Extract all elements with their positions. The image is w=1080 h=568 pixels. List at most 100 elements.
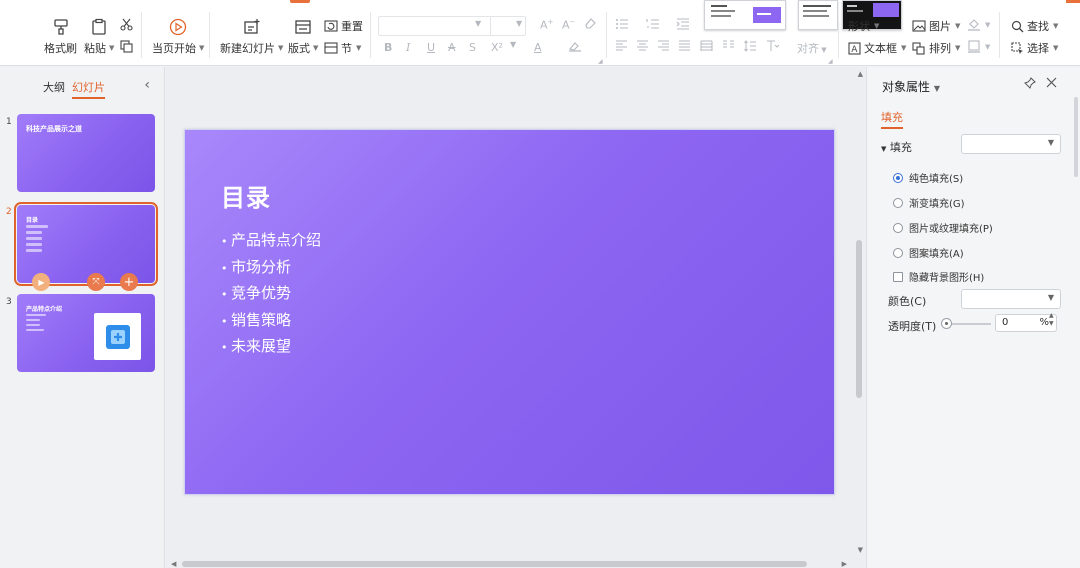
underline-icon[interactable]: U — [427, 41, 435, 54]
color-label: 颜色(C) — [888, 295, 927, 308]
new-slide-icon — [243, 18, 261, 36]
shape-button[interactable]: 形状 ▼ — [848, 18, 879, 34]
cube-product-icon — [105, 324, 130, 349]
clipboard-icon — [90, 18, 108, 36]
current-slide[interactable]: 目录 产品特点介绍 市场分析 竞争优势 销售策略 未来展望 — [184, 129, 835, 495]
radio-dot — [893, 172, 903, 183]
slide-thumbnail-2[interactable]: 目录 — [14, 202, 158, 286]
highlight-icon[interactable] — [568, 40, 582, 55]
transition-button[interactable]: ⤧ — [87, 273, 105, 291]
transparency-input[interactable]: 0 % — [995, 314, 1057, 332]
dialog-launcher-icon[interactable]: ◢ — [828, 58, 833, 65]
window-accent — [1066, 0, 1080, 3]
new-slide-button[interactable]: 新建幻灯片 ▼ — [220, 18, 283, 56]
layout-button[interactable]: 版式 ▼ — [288, 18, 318, 56]
radio-picture-fill[interactable]: 图片或纹理填充(P) — [893, 220, 993, 235]
clear-format-icon[interactable] — [584, 17, 596, 32]
fill-bucket-button[interactable]: ▼ — [967, 18, 990, 31]
superscript-icon[interactable]: X² — [491, 41, 503, 54]
radio-gradient-fill[interactable]: 渐变填充(G) — [893, 195, 965, 210]
text-direction-icon[interactable] — [766, 40, 780, 55]
slides-panel: 大纲 幻灯片 ‹ 1 科技产品展示之道 2 目录 ▶ ⤧ + 3 产品特点介绍 — [0, 67, 165, 568]
stepper-arrows-icon[interactable]: ▲ ▼ — [1049, 312, 1054, 328]
copy-button[interactable] — [120, 40, 133, 53]
cut-button[interactable] — [120, 18, 133, 31]
color-select[interactable]: ▼ — [961, 289, 1061, 309]
text-shadow-icon[interactable]: S — [469, 41, 476, 54]
transparency-label: 透明度(T) — [888, 320, 937, 333]
horizontal-scrollbar[interactable] — [182, 561, 807, 567]
bold-icon[interactable]: B — [384, 41, 392, 54]
fill-section-toggle[interactable]: ▼ 填充 — [881, 139, 912, 155]
hide-background-checkbox[interactable]: 隐藏背景图形(H) — [893, 269, 984, 284]
chevron-down-icon: ▼ — [1047, 293, 1054, 302]
add-slide-button[interactable]: + — [120, 273, 138, 291]
increase-font-icon[interactable]: A+ — [540, 18, 553, 32]
radio-solid-fill[interactable]: 纯色填充(S) — [893, 170, 963, 185]
chevron-left-icon[interactable]: ‹ — [144, 77, 150, 93]
align-button[interactable]: 对齐 ▼ — [797, 40, 827, 56]
find-button[interactable]: 查找 ▼ — [1011, 18, 1058, 34]
play-slide-button[interactable]: ▶ — [32, 273, 50, 291]
italic-icon[interactable]: I — [406, 41, 410, 54]
arrange-button[interactable]: 排列 ▼ — [912, 40, 960, 56]
numbered-list-icon[interactable] — [646, 18, 660, 33]
distributed-align-icon[interactable] — [700, 40, 713, 55]
thumbnail-line — [26, 237, 42, 240]
play-from-current-button[interactable]: 当页开始 ▼ — [152, 18, 204, 56]
style-preview-icon — [711, 5, 781, 23]
chevron-down-icon: ▼ — [510, 40, 517, 49]
reset-icon — [324, 19, 338, 33]
arrange-icon — [912, 41, 926, 55]
textbox-button[interactable]: A 文本框 ▼ — [848, 40, 906, 56]
format-painter-button[interactable]: 格式刷 — [44, 18, 77, 56]
decrease-font-icon[interactable]: A− — [562, 18, 575, 32]
paste-button[interactable]: 粘贴 ▼ — [84, 18, 114, 56]
picture-label: 图片 — [929, 20, 951, 33]
from-current-label: 当页开始 — [152, 42, 196, 55]
pin-icon[interactable] — [1024, 77, 1036, 92]
play-icon — [169, 18, 187, 36]
reset-button[interactable]: 重置 — [324, 18, 363, 34]
format-painter-icon — [52, 18, 70, 36]
strikethrough-icon[interactable]: A — [448, 41, 456, 54]
slide-thumbnail-1[interactable]: 科技产品展示之道 — [17, 114, 155, 192]
image-icon — [912, 20, 926, 32]
tab-slides[interactable]: 幻灯片 — [72, 79, 105, 99]
scroll-down-icon[interactable]: ▼ — [858, 546, 863, 554]
transparency-slider-handle[interactable] — [941, 318, 952, 329]
dialog-launcher-icon[interactable]: ◢ — [598, 58, 603, 65]
scroll-right-icon[interactable]: ▶ — [842, 560, 847, 568]
scroll-left-icon[interactable]: ◀ — [171, 560, 176, 568]
slide-title[interactable]: 目录 — [221, 178, 271, 213]
section-button[interactable]: 节 ▼ — [324, 40, 361, 56]
close-icon[interactable] — [1046, 77, 1057, 91]
vertical-scrollbar[interactable] — [856, 240, 862, 398]
indent-icon[interactable] — [676, 18, 690, 33]
align-center-icon[interactable] — [636, 40, 649, 55]
slide-bullet-list[interactable]: 产品特点介绍 市场分析 竞争优势 销售策略 未来展望 — [221, 228, 321, 361]
outline-button[interactable]: ▼ — [967, 40, 990, 53]
radio-pattern-fill[interactable]: 图案填充(A) — [893, 245, 964, 260]
scroll-up-icon[interactable]: ▲ — [858, 70, 863, 78]
select-button[interactable]: 选择 ▼ — [1011, 40, 1058, 56]
align-left-icon[interactable] — [615, 40, 628, 55]
select-icon — [1011, 41, 1024, 55]
picture-button[interactable]: 图片 ▼ — [912, 18, 960, 34]
justify-icon[interactable] — [678, 40, 691, 55]
columns-icon[interactable] — [722, 40, 735, 55]
tab-outline[interactable]: 大纲 — [43, 79, 65, 95]
style-gallery-thumb-1[interactable] — [704, 0, 786, 30]
align-right-icon[interactable] — [657, 40, 670, 55]
fill-type-select[interactable]: ▼ — [961, 134, 1061, 154]
tab-fill[interactable]: 填充 — [881, 109, 903, 129]
pane-title[interactable]: 对象属性 ▼ — [882, 78, 940, 95]
pane-scrollbar[interactable] — [1074, 97, 1078, 177]
bullet-list-icon[interactable] — [615, 18, 629, 33]
font-color-icon[interactable]: A — [534, 41, 542, 54]
plus-icon: + — [123, 274, 135, 290]
slide-thumbnail-3[interactable]: 产品特点介绍 — [17, 294, 155, 372]
line-spacing-icon[interactable] — [744, 40, 757, 55]
style-gallery-thumb-2[interactable] — [798, 0, 838, 30]
layout-icon — [294, 18, 312, 36]
